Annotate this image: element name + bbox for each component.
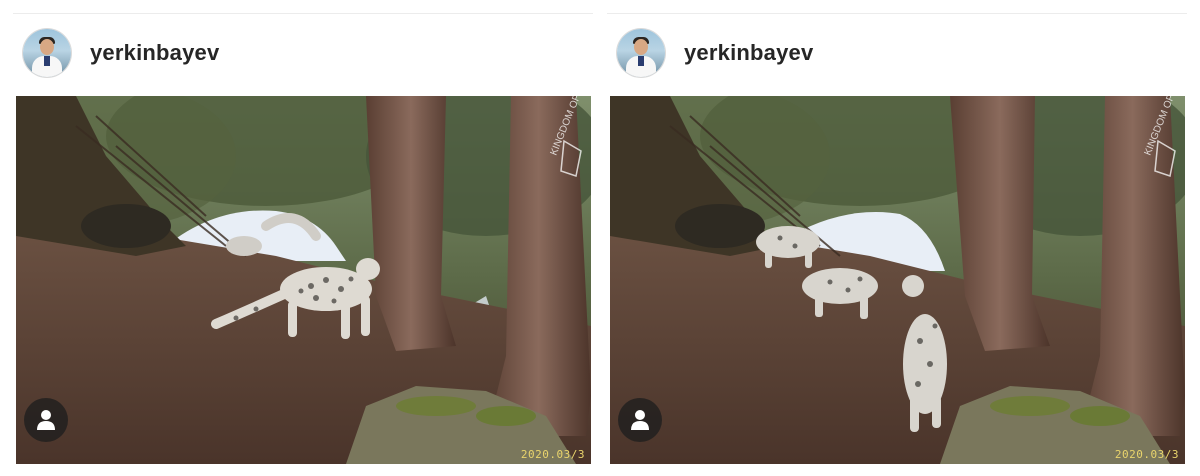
post-header: yerkinbayev <box>23 28 219 78</box>
person-icon <box>37 410 55 430</box>
person-icon <box>631 410 649 430</box>
post-photo[interactable]: KINGDOM OF THE 2020.03/3 <box>610 96 1185 464</box>
divider <box>607 13 1187 14</box>
instagram-post: yerkinbayev KINGDOM OF THE 2020.03/3 <box>607 0 1187 476</box>
avatar[interactable] <box>23 29 71 77</box>
instagram-post: yerkinbayev KINGDOM OF THE 2020.03/3 <box>13 0 593 476</box>
photo-timestamp: 2020.03/3 <box>520 448 585 461</box>
camera-trap-image: KINGDOM OF THE <box>610 96 1185 464</box>
post-header: yerkinbayev <box>617 28 813 78</box>
photo-timestamp: 2020.03/3 <box>1114 448 1179 461</box>
tag-people-button[interactable] <box>618 398 662 442</box>
camera-trap-image: KINGDOM OF THE <box>16 96 591 464</box>
post-photo[interactable]: KINGDOM OF THE 2020.03/3 <box>16 96 591 464</box>
avatar[interactable] <box>617 29 665 77</box>
divider <box>13 13 593 14</box>
tag-people-button[interactable] <box>24 398 68 442</box>
username-link[interactable]: yerkinbayev <box>90 40 219 66</box>
username-link[interactable]: yerkinbayev <box>684 40 813 66</box>
